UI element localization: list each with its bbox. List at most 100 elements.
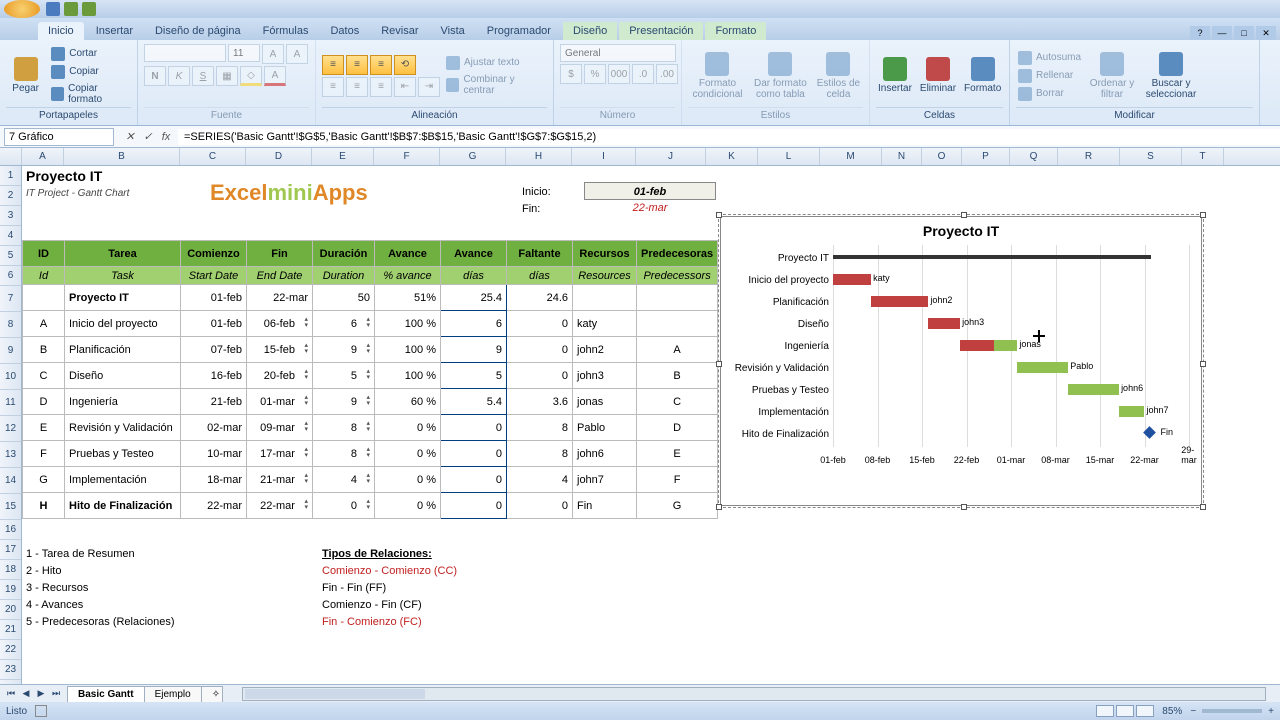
spinner-icon[interactable] — [360, 447, 370, 459]
table-row[interactable]: BPlanificación 07-feb15-feb 9 100 % 90 j… — [23, 337, 718, 363]
new-sheet-icon[interactable]: ✧ — [201, 686, 223, 702]
save-icon[interactable] — [46, 2, 60, 16]
spinner-icon[interactable] — [298, 343, 308, 355]
row-header[interactable]: 5 — [0, 246, 21, 266]
format-button[interactable]: Formato — [962, 53, 1003, 98]
tab-formato[interactable]: Formato — [705, 22, 766, 40]
align-center-icon[interactable]: ≡ — [346, 77, 368, 97]
paste-button[interactable]: Pegar — [6, 53, 45, 98]
format-table-button[interactable]: Dar formato como tabla — [751, 48, 810, 104]
zoom-out-icon[interactable]: − — [1190, 706, 1196, 717]
cells-area[interactable]: Proyecto IT IT Project - Gantt Chart Exc… — [22, 166, 1280, 686]
minimize-icon[interactable]: — — [1212, 26, 1232, 40]
sheet-nav-next-icon[interactable]: ▶ — [34, 688, 48, 699]
sheet-nav-first-icon[interactable]: ⏮ — [4, 688, 18, 699]
sort-button[interactable]: Ordenar y filtrar — [1087, 48, 1137, 104]
row-header[interactable]: 22 — [0, 640, 21, 660]
start-date-value[interactable]: 01-feb — [584, 182, 716, 200]
merge-button[interactable]: Combinar y centrar — [444, 73, 547, 97]
delete-button[interactable]: Eliminar — [918, 53, 958, 98]
fill-button[interactable]: Rellenar — [1016, 68, 1083, 84]
table-row[interactable]: FPruebas y Testeo 10-mar17-mar 8 0 % 08 … — [23, 441, 718, 467]
row-header[interactable]: 4 — [0, 226, 21, 246]
number-format-select[interactable] — [560, 44, 676, 62]
orientation-icon[interactable]: ⟲ — [394, 55, 416, 75]
spinner-icon[interactable] — [298, 473, 308, 485]
gantt-plot-area[interactable]: 01-feb08-feb15-feb22-feb01-mar08-mar15-m… — [833, 245, 1191, 465]
tab-datos[interactable]: Datos — [320, 22, 369, 40]
table-row[interactable]: CDiseño 16-feb20-feb 5 100 % 50 john3B — [23, 363, 718, 389]
spinner-icon[interactable] — [360, 421, 370, 433]
cut-button[interactable]: Cortar — [49, 46, 131, 62]
grow-font-icon[interactable]: A — [262, 44, 284, 64]
col-header-N[interactable]: N — [882, 148, 922, 165]
select-all-corner[interactable] — [0, 148, 22, 165]
align-left-icon[interactable]: ≡ — [322, 77, 344, 97]
spinner-icon[interactable] — [360, 369, 370, 381]
spinner-icon[interactable] — [298, 317, 308, 329]
col-header-B[interactable]: B — [64, 148, 180, 165]
insert-button[interactable]: Insertar — [876, 53, 914, 98]
tab-diseno[interactable]: Diseño — [563, 22, 617, 40]
col-header-M[interactable]: M — [820, 148, 882, 165]
col-header-E[interactable]: E — [312, 148, 374, 165]
col-header-Q[interactable]: Q — [1010, 148, 1058, 165]
gantt-chart[interactable]: Proyecto IT 01-feb08-feb15-feb22-feb01-m… — [720, 216, 1202, 506]
spinner-icon[interactable] — [360, 395, 370, 407]
find-button[interactable]: Buscar y seleccionar — [1141, 48, 1201, 104]
col-header-T[interactable]: T — [1182, 148, 1224, 165]
spinner-icon[interactable] — [360, 317, 370, 329]
worksheet-grid[interactable]: 1234567891011121314151617181920212223242… — [0, 166, 1280, 686]
row-header[interactable]: 13 — [0, 442, 21, 468]
col-header-F[interactable]: F — [374, 148, 440, 165]
col-header-A[interactable]: A — [22, 148, 64, 165]
align-middle-icon[interactable]: ≡ — [346, 55, 368, 75]
clear-button[interactable]: Borrar — [1016, 86, 1083, 102]
col-header-D[interactable]: D — [246, 148, 312, 165]
redo-icon[interactable] — [82, 2, 96, 16]
close-icon[interactable]: ✕ — [1256, 26, 1276, 40]
tab-revisar[interactable]: Revisar — [371, 22, 428, 40]
percent-icon[interactable]: % — [584, 64, 606, 84]
indent-inc-icon[interactable]: ⇥ — [418, 77, 440, 97]
spinner-icon[interactable] — [298, 369, 308, 381]
col-header-C[interactable]: C — [180, 148, 246, 165]
spinner-icon[interactable] — [298, 447, 308, 459]
font-color-button[interactable]: A — [264, 66, 286, 86]
tab-diseno-pagina[interactable]: Diseño de página — [145, 22, 251, 40]
row-header[interactable]: 10 — [0, 364, 21, 390]
view-normal-icon[interactable] — [1096, 705, 1114, 717]
row-header[interactable]: 15 — [0, 494, 21, 520]
border-button[interactable]: ▦ — [216, 66, 238, 86]
col-header-I[interactable]: I — [572, 148, 636, 165]
spinner-icon[interactable] — [360, 343, 370, 355]
help-icon[interactable]: ? — [1190, 26, 1210, 40]
name-box[interactable] — [4, 128, 114, 146]
row-header[interactable]: 23 — [0, 660, 21, 680]
tab-programador[interactable]: Programador — [477, 22, 561, 40]
indent-dec-icon[interactable]: ⇤ — [394, 77, 416, 97]
gantt-table[interactable]: IDTareaComienzoFinDuraciónAvanceAvanceFa… — [22, 240, 718, 519]
row-header[interactable]: 3 — [0, 206, 21, 226]
spinner-icon[interactable] — [298, 499, 308, 511]
tab-presentacion[interactable]: Presentación — [619, 22, 703, 40]
sheet-tab-ejemplo[interactable]: Ejemplo — [144, 686, 202, 702]
inc-decimal-icon[interactable]: .0 — [632, 64, 654, 84]
undo-icon[interactable] — [64, 2, 78, 16]
table-row[interactable]: DIngeniería 21-feb01-mar 9 60 % 5.43.6 j… — [23, 389, 718, 415]
row-header[interactable]: 11 — [0, 390, 21, 416]
comma-icon[interactable]: 000 — [608, 64, 630, 84]
col-header-S[interactable]: S — [1120, 148, 1182, 165]
table-row[interactable]: ERevisión y Validación 02-mar09-mar 8 0 … — [23, 415, 718, 441]
row-header[interactable]: 12 — [0, 416, 21, 442]
tab-inicio[interactable]: Inicio — [38, 22, 84, 40]
col-header-R[interactable]: R — [1058, 148, 1120, 165]
wrap-text-button[interactable]: Ajustar texto — [444, 55, 547, 71]
spinner-icon[interactable] — [298, 395, 308, 407]
fx-icon[interactable]: fx — [158, 129, 174, 145]
spinner-icon[interactable] — [360, 499, 370, 511]
tab-insertar[interactable]: Insertar — [86, 22, 143, 40]
currency-icon[interactable]: $ — [560, 64, 582, 84]
fill-color-button[interactable]: ◇ — [240, 66, 262, 86]
row-header[interactable]: 19 — [0, 580, 21, 600]
